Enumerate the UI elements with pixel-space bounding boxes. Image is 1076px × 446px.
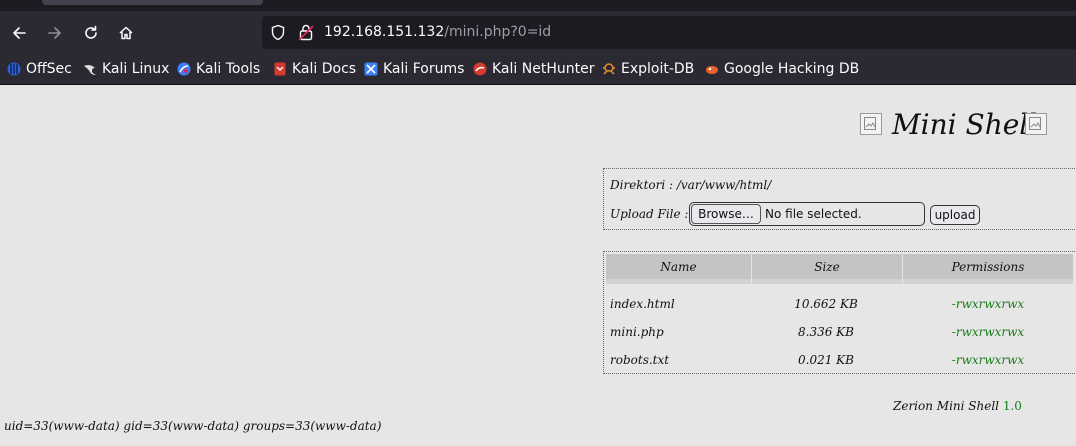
navigation-toolbar: 192.168.151.132/mini.php?0=id [0, 11, 1076, 55]
column-header-size: Size [752, 254, 902, 284]
forward-icon[interactable] [42, 20, 68, 46]
bookmarks-toolbar: OffSec Kali Linux Kali Tools Kali Docs K… [0, 55, 1076, 85]
bookmark-label: OffSec [26, 61, 72, 77]
file-input[interactable]: Browse… No file selected. [689, 202, 925, 226]
command-output: uid=33(www-data) gid=33(www-data) groups… [4, 419, 382, 433]
footer-credit: Zerion Mini Shell 1.0 [893, 399, 1022, 413]
broken-image-icon [860, 113, 882, 135]
active-tab[interactable] [42, 0, 263, 5]
ghdb-icon [705, 62, 719, 76]
page-title: Mini Shell [892, 108, 1038, 141]
kali-tools-icon [177, 62, 191, 76]
url-host: 192.168.151.132 [324, 24, 445, 40]
bookmark-label: Kali Forums [383, 61, 465, 77]
bookmark-offsec[interactable]: OffSec [7, 59, 72, 79]
file-size: 0.021 KB [798, 353, 854, 367]
nethunter-icon [473, 62, 487, 76]
file-size: 10.662 KB [794, 297, 858, 311]
column-header-name: Name [606, 254, 751, 284]
footer-version: 1.0 [1002, 399, 1022, 413]
file-name-link[interactable]: mini.php [610, 324, 664, 340]
tracking-shield-icon[interactable] [270, 24, 286, 45]
bookmark-label: Kali Docs [292, 61, 357, 77]
bookmark-exploit-db[interactable]: Exploit-DB [602, 59, 694, 79]
broken-image-icon [1025, 113, 1047, 135]
kali-docs-icon [273, 62, 287, 76]
kali-forums-icon [364, 62, 378, 76]
file-name-link[interactable]: robots.txt [610, 352, 669, 368]
insecure-lock-icon[interactable] [298, 23, 314, 46]
upload-label: Upload File : [610, 207, 689, 221]
reload-icon[interactable] [78, 20, 104, 46]
exploit-db-icon [602, 62, 616, 76]
home-icon[interactable] [113, 20, 139, 46]
url-bar[interactable]: 192.168.151.132/mini.php?0=id [262, 16, 1076, 49]
offsec-icon [7, 62, 21, 76]
kali-dragon-icon [83, 62, 97, 76]
bookmark-label: Kali Linux [102, 61, 170, 77]
column-header-permissions: Permissions [903, 254, 1073, 284]
tab-strip [0, 0, 1076, 11]
footer-text: Zerion Mini Shell [893, 399, 1000, 413]
bookmark-label: Kali NetHunter [492, 61, 595, 77]
upload-button[interactable]: upload [930, 205, 980, 225]
file-permissions: -rwxrwxrwx [951, 325, 1025, 339]
file-size: 8.336 KB [798, 325, 854, 339]
file-permissions: -rwxrwxrwx [951, 297, 1025, 311]
back-icon[interactable] [6, 20, 32, 46]
bookmark-kali-tools[interactable]: Kali Tools [177, 59, 260, 79]
url-path: /mini.php?0=id [444, 24, 552, 40]
no-file-selected-text: No file selected. [765, 207, 862, 221]
bookmark-label: Exploit-DB [621, 61, 695, 77]
bookmark-kali-linux[interactable]: Kali Linux [83, 59, 169, 79]
bookmark-kali-nethunter[interactable]: Kali NetHunter [473, 59, 594, 79]
file-permissions: -rwxrwxrwx [951, 353, 1025, 367]
bookmark-kali-forums[interactable]: Kali Forums [364, 59, 464, 79]
file-table: Name Size Permissions index.html 10.662 … [603, 251, 1076, 374]
bookmark-label: Google Hacking DB [724, 61, 860, 77]
upload-panel: Direktori : /var/www/html/ Upload File :… [603, 168, 1076, 230]
page-content: Mini Shell Direktori : /var/www/html/ Up… [0, 85, 1076, 446]
bookmark-label: Kali Tools [196, 61, 261, 77]
bookmark-kali-docs[interactable]: Kali Docs [273, 59, 356, 79]
bookmark-google-hacking-db[interactable]: Google Hacking DB [705, 59, 859, 79]
file-name-link[interactable]: index.html [610, 296, 675, 312]
directory-path: Direktori : /var/www/html/ [610, 178, 772, 192]
browse-button[interactable]: Browse… [691, 204, 761, 224]
url-text[interactable]: 192.168.151.132/mini.php?0=id [324, 23, 551, 42]
